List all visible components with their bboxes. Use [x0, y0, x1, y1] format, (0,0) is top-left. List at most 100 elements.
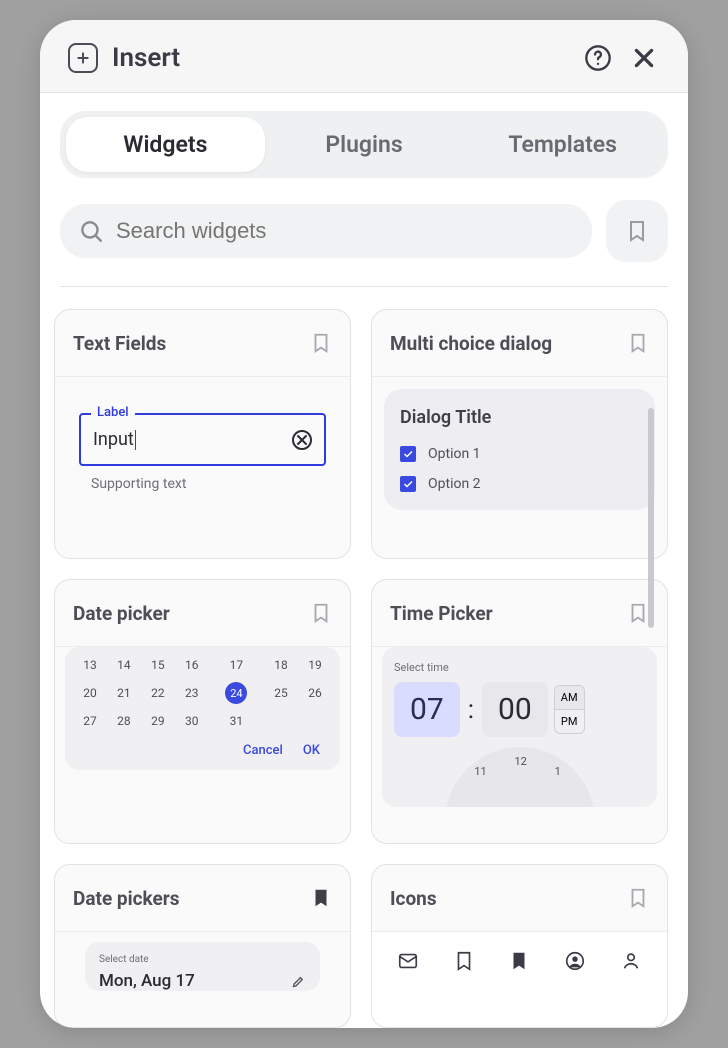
search-input[interactable] — [116, 218, 574, 244]
checkbox-checked-icon[interactable] — [400, 476, 416, 492]
divider — [60, 286, 668, 287]
day-cell[interactable]: 17 — [209, 653, 264, 677]
day-cell[interactable]: 20 — [73, 677, 107, 709]
help-button[interactable] — [582, 42, 614, 74]
day-cell[interactable]: 18 — [264, 653, 298, 677]
day-cell[interactable]: 13 — [73, 653, 107, 677]
close-button[interactable] — [628, 42, 660, 74]
insert-icon — [68, 43, 98, 73]
tab-widgets[interactable]: Widgets — [66, 117, 265, 172]
search-icon — [78, 218, 104, 244]
card-title: Time Picker — [390, 602, 493, 625]
edit-icon[interactable] — [291, 974, 306, 989]
card-header: Multi choice dialog — [372, 310, 667, 377]
card-preview — [372, 932, 667, 1027]
bookmark-icon — [625, 217, 649, 245]
day-cell[interactable]: 26 — [298, 677, 332, 709]
day-cell[interactable]: 25 — [264, 677, 298, 709]
supporting-text: Supporting text — [79, 476, 326, 492]
mail-icon — [397, 950, 419, 972]
bookmark-icon[interactable] — [310, 600, 332, 626]
day-cell[interactable]: 30 — [175, 709, 209, 733]
scrollbar[interactable] — [648, 408, 654, 628]
tab-bar: Widgets Plugins Templates — [60, 111, 668, 178]
day-cell[interactable]: 16 — [175, 653, 209, 677]
card-title: Date pickers — [73, 887, 180, 910]
card-preview: Label Input Supporting text — [55, 377, 350, 558]
calendar-actions: Cancel OK — [73, 733, 332, 760]
ok-button[interactable]: OK — [303, 743, 320, 758]
day-cell[interactable]: 15 — [141, 653, 175, 677]
card-preview: Select time 07 : 00 AM PM 11 12 — [372, 647, 667, 843]
day-cell — [264, 709, 298, 733]
day-cell[interactable]: 29 — [141, 709, 175, 733]
search-box[interactable] — [60, 204, 592, 258]
select-date-label: Select date — [99, 954, 306, 965]
pm-option[interactable]: PM — [555, 710, 584, 733]
card-header: Icons — [372, 865, 667, 932]
tab-templates[interactable]: Templates — [463, 117, 662, 172]
search-row — [60, 200, 668, 262]
card-title: Text Fields — [73, 332, 166, 355]
text-field[interactable]: Label Input — [79, 413, 326, 466]
day-cell — [298, 709, 332, 733]
bookmarks-button[interactable] — [606, 200, 668, 262]
card-multi-choice[interactable]: Multi choice dialog Dialog Title Option … — [371, 309, 668, 559]
card-preview: 13 14 15 16 17 18 19 20 21 22 23 — [55, 647, 350, 843]
time-picker-preview: Select time 07 : 00 AM PM 11 12 — [382, 647, 657, 807]
field-value: Input — [93, 429, 136, 450]
bookmark-icon[interactable] — [310, 330, 332, 356]
widget-grid[interactable]: Text Fields Label Input Supporting text — [54, 309, 674, 1028]
bookmark-icon[interactable] — [627, 885, 649, 911]
card-preview: Dialog Title Option 1 Option 2 — [372, 377, 667, 558]
option-label: Option 2 — [428, 476, 481, 492]
dial-number: 1 — [555, 765, 561, 778]
option-row[interactable]: Option 1 — [400, 446, 639, 462]
dialog-preview: Dialog Title Option 1 Option 2 — [384, 389, 655, 510]
bookmark-icon[interactable] — [627, 600, 649, 626]
dial-number: 12 — [514, 755, 526, 768]
clock-dial[interactable]: 11 12 1 — [394, 747, 645, 807]
day-cell[interactable]: 31 — [209, 709, 264, 733]
cancel-button[interactable]: Cancel — [243, 743, 283, 758]
day-cell[interactable]: 27 — [73, 709, 107, 733]
colon: : — [466, 695, 476, 725]
date-input-preview[interactable]: Select date Mon, Aug 17 — [85, 942, 320, 991]
bookmark-filled-icon[interactable] — [310, 885, 332, 911]
hour-value[interactable]: 07 — [394, 682, 460, 737]
checkbox-checked-icon[interactable] — [400, 446, 416, 462]
account-circle-icon — [564, 950, 586, 972]
calendar[interactable]: 13 14 15 16 17 18 19 20 21 22 23 — [65, 647, 340, 770]
day-cell[interactable]: 14 — [107, 653, 141, 677]
day-cell[interactable]: 28 — [107, 709, 141, 733]
selected-date: Mon, Aug 17 — [99, 971, 195, 991]
day-cell[interactable]: 21 — [107, 677, 141, 709]
clear-icon[interactable] — [290, 428, 314, 452]
option-label: Option 1 — [428, 446, 481, 462]
card-preview: Select date Mon, Aug 17 — [55, 932, 350, 1027]
ampm-toggle[interactable]: AM PM — [554, 685, 585, 734]
card-title: Multi choice dialog — [390, 332, 552, 355]
card-date-pickers[interactable]: Date pickers Select date Mon, Aug 17 — [54, 864, 351, 1028]
bookmark-filled-icon — [508, 950, 530, 972]
card-header: Time Picker — [372, 580, 667, 647]
day-cell[interactable]: 22 — [141, 677, 175, 709]
panel-header: Insert — [40, 20, 688, 93]
person-icon — [620, 950, 642, 972]
panel-title: Insert — [112, 43, 582, 73]
minute-value[interactable]: 00 — [482, 682, 548, 737]
card-icons[interactable]: Icons — [371, 864, 668, 1028]
day-cell[interactable]: 19 — [298, 653, 332, 677]
bookmark-icon[interactable] — [627, 330, 649, 356]
card-text-fields[interactable]: Text Fields Label Input Supporting text — [54, 309, 351, 559]
field-label: Label — [91, 405, 135, 420]
day-cell-selected[interactable]: 24 — [209, 677, 264, 709]
am-option[interactable]: AM — [555, 686, 584, 710]
select-time-label: Select time — [394, 661, 645, 674]
card-header: Text Fields — [55, 310, 350, 377]
day-cell[interactable]: 23 — [175, 677, 209, 709]
tab-plugins[interactable]: Plugins — [265, 117, 464, 172]
card-date-picker[interactable]: Date picker 13 14 15 16 17 18 19 — [54, 579, 351, 844]
option-row[interactable]: Option 2 — [400, 476, 639, 492]
card-time-picker[interactable]: Time Picker Select time 07 : 00 AM PM — [371, 579, 668, 844]
